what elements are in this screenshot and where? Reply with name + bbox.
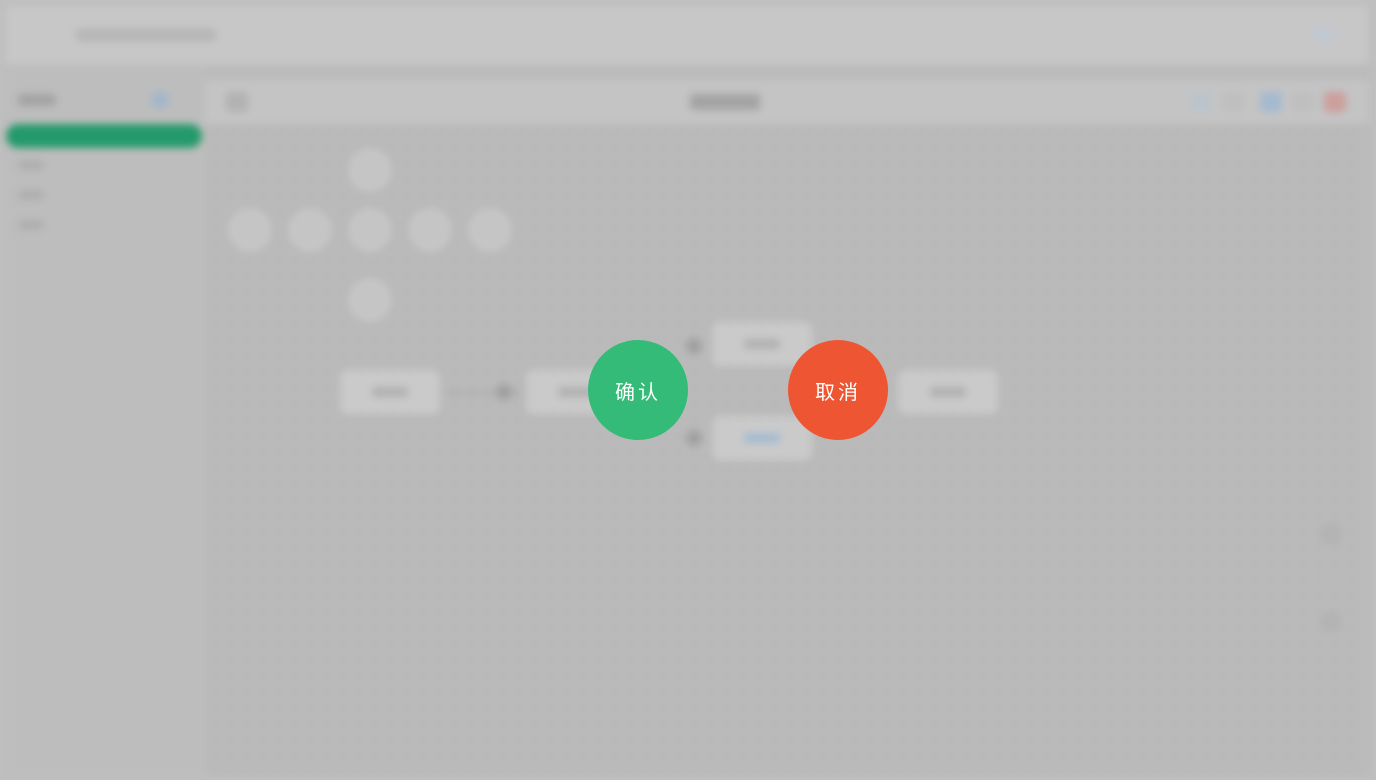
cancel-button-label: 取消 <box>815 379 861 404</box>
cancel-button[interactable]: 取消 <box>788 340 888 440</box>
confirm-button[interactable]: 确认 <box>588 340 688 440</box>
modal-overlay <box>0 0 1376 780</box>
confirm-button-label: 确认 <box>615 379 661 404</box>
